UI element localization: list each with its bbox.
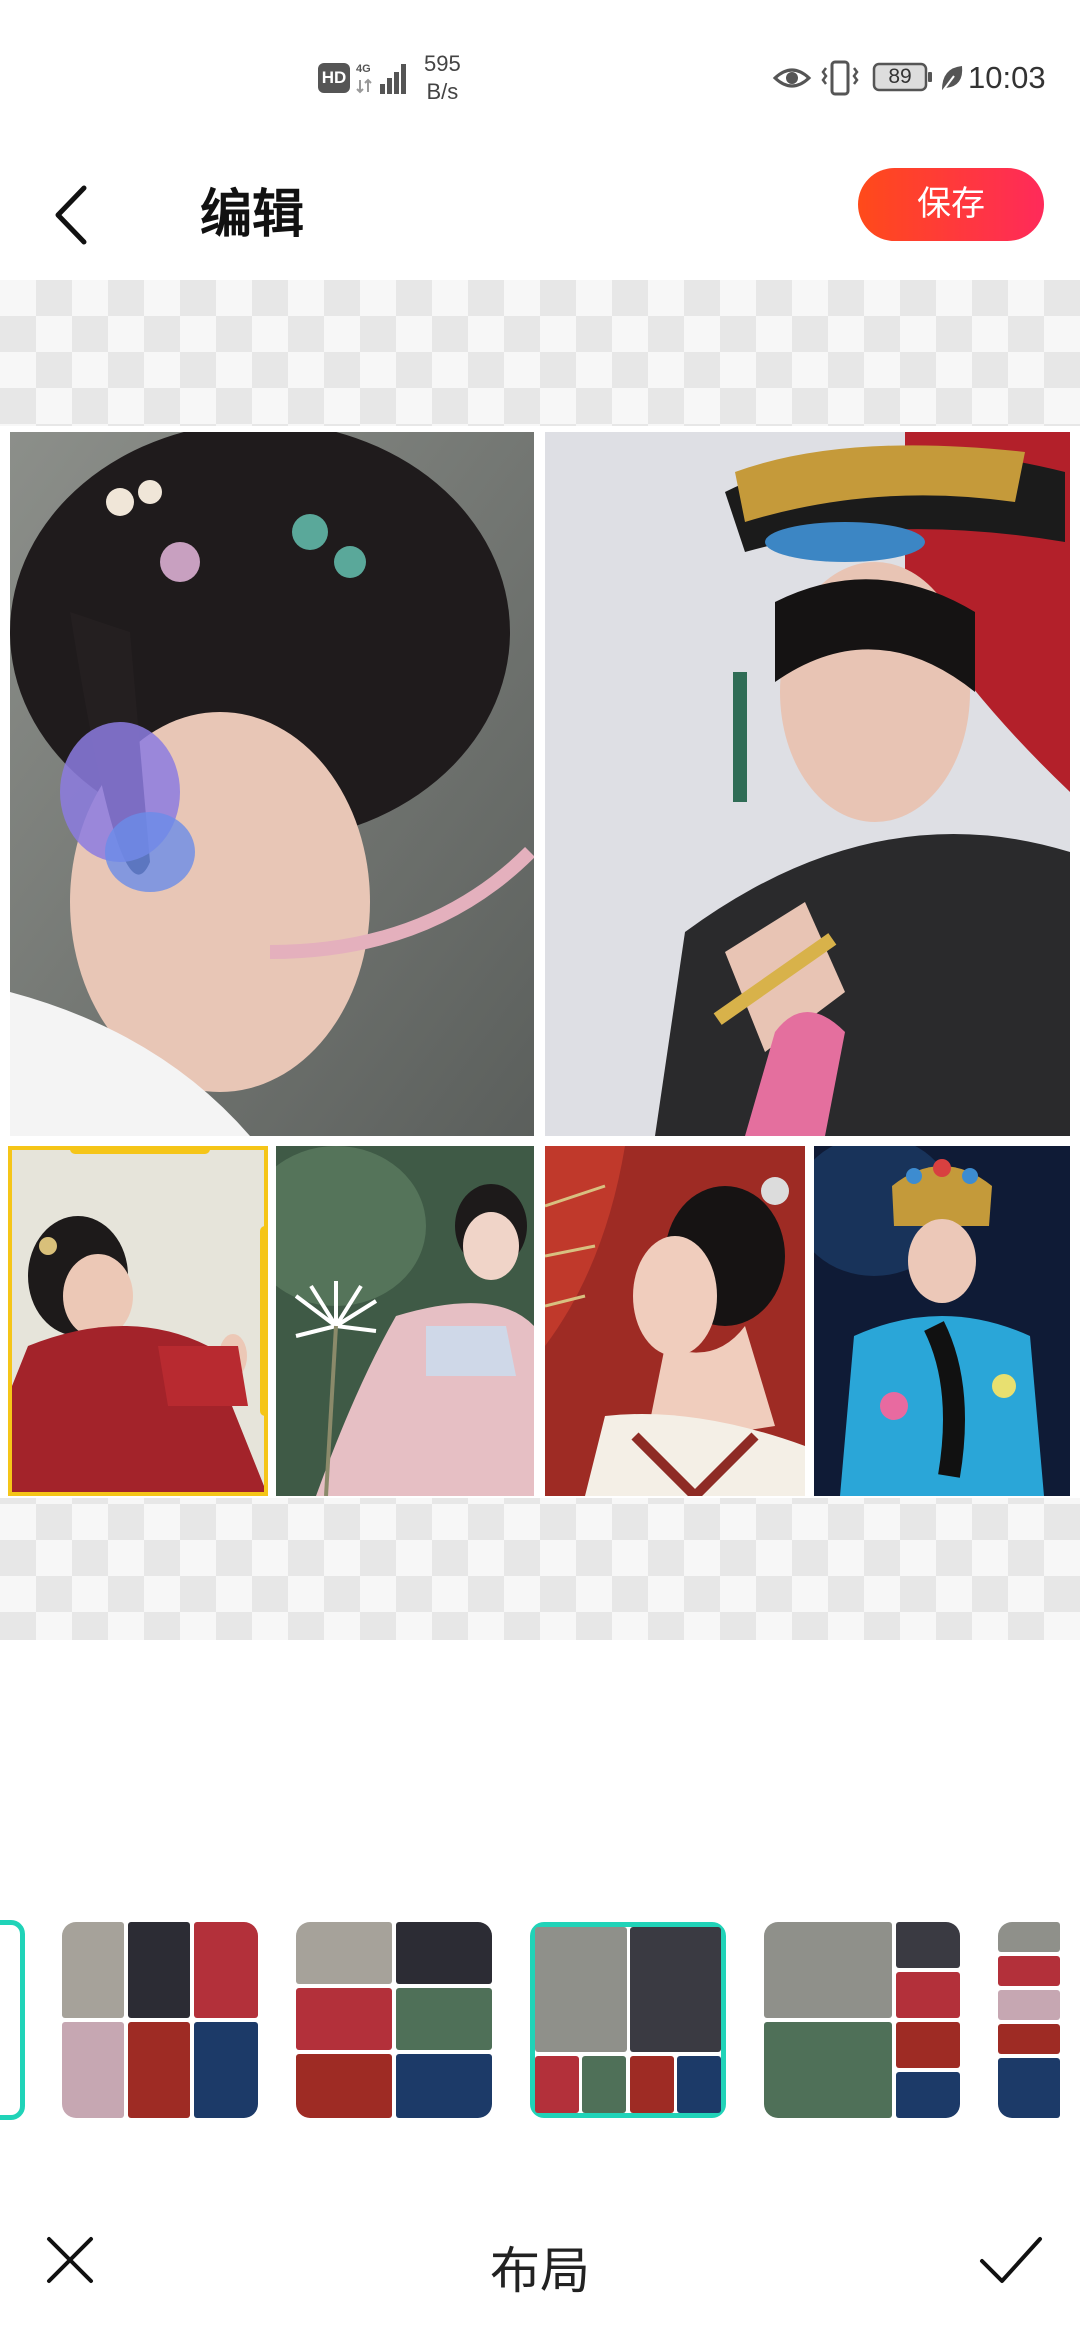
status-bar: HD 4G 595 B/s 89 10:03 [0,0,1080,150]
network-label: 4G [356,63,371,75]
page-title: 编辑 [200,185,305,245]
network-speed: 595 B/s [424,50,461,106]
photo-5-image [545,1146,805,1496]
confirm-button[interactable] [966,2220,1056,2300]
screen: HD 4G 595 B/s 89 10:03 编辑 保存 布局 [0,0,1080,2340]
battery-level: 89 [888,65,912,88]
layout-options[interactable] [0,1910,1080,2120]
signal-icon: 4G [356,63,406,94]
editing-canvas[interactable] [0,280,1080,1640]
collage-photo-3[interactable] [8,1146,268,1496]
layout-option-2[interactable] [296,1922,492,2118]
photo-6-image [814,1146,1070,1496]
speed-value: 595 [424,51,461,76]
toolbar: 编辑 保存 [0,150,1080,280]
layout-option-4[interactable] [764,1922,960,2118]
collage-photo-4[interactable] [276,1146,534,1496]
collage-photo-5[interactable] [545,1146,805,1496]
clock: 10:03 [968,60,1046,95]
photo-2-image [545,432,1070,1136]
photo-1-image [10,432,534,1136]
back-button[interactable] [30,170,110,260]
resize-handle-top[interactable] [70,1146,210,1154]
eye-icon [772,68,812,88]
panel-title: 布局 [490,2242,590,2300]
speed-unit: B/s [426,79,459,104]
bottom-bar: 布局 [0,2200,1080,2340]
vibrate-icon [821,60,859,96]
save-button[interactable]: 保存 [858,168,1044,241]
layout-option-1[interactable] [62,1922,258,2118]
photo-3-image [8,1146,268,1496]
collage-photo-2[interactable] [545,432,1070,1136]
layout-option-5[interactable] [998,1922,1080,2118]
hd-icon: HD [318,63,350,93]
collage-photo-1[interactable] [10,432,534,1136]
chevron-left-icon [55,185,87,245]
layout-option-partial[interactable] [0,1920,25,2120]
check-icon [980,2237,1042,2283]
photo-4-image [276,1146,534,1496]
leaf-icon [941,66,963,93]
layout-option-3[interactable] [530,1922,726,2118]
collage-photo-6[interactable] [814,1146,1070,1496]
resize-handle-right[interactable] [260,1226,268,1416]
collage [0,426,1080,1498]
